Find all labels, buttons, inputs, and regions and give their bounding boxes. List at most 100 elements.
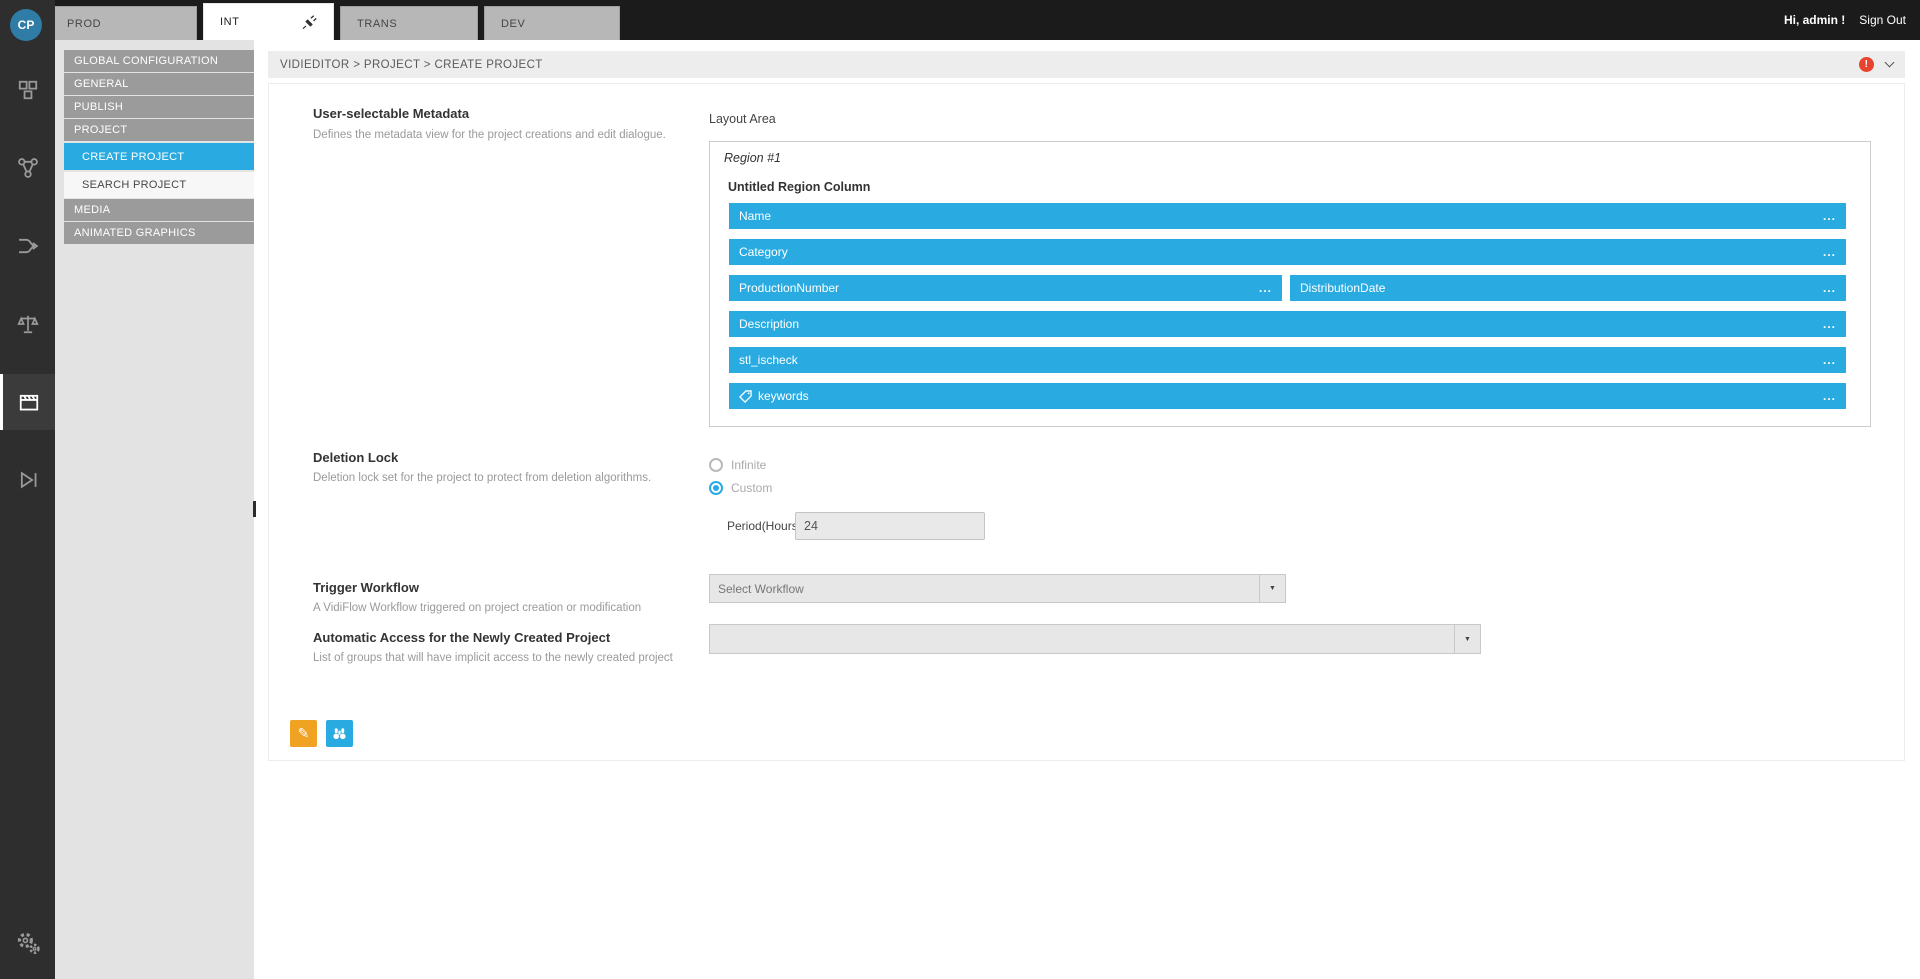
field-row: ProductionNumber ... DistributionDate ..… [729, 275, 1846, 301]
error-icon[interactable]: ! [1859, 57, 1874, 72]
sidebar-item-global-configuration[interactable]: GLOBAL CONFIGURATION [64, 50, 254, 72]
tab-dev-label: DEV [501, 18, 525, 30]
merge-arrows-icon[interactable] [0, 218, 55, 274]
auto-access-dropdown[interactable]: ▼ [709, 624, 1481, 654]
field-row: stl_ischeck ... [729, 347, 1846, 373]
radio-infinite-label: Infinite [731, 458, 766, 472]
radio-custom[interactable]: Custom [709, 481, 772, 495]
deletion-lock-title: Deletion Lock [313, 450, 398, 465]
field-label: keywords [758, 389, 809, 403]
field-menu-icon[interactable]: ... [1823, 281, 1836, 295]
dropdown-arrow-icon[interactable]: ▼ [1259, 575, 1285, 602]
field-keywords[interactable]: keywords ... [729, 383, 1846, 409]
config-sidebar: GLOBAL CONFIGURATION GENERAL PUBLISH PRO… [55, 40, 254, 979]
preview-button[interactable] [326, 720, 353, 747]
dropdown-arrow-icon[interactable]: ▼ [1454, 625, 1480, 653]
sidebar-item-animated-graphics[interactable]: ANIMATED GRAPHICS [64, 222, 254, 244]
tab-trans-label: TRANS [357, 18, 397, 30]
layout-area-label: Layout Area [709, 112, 776, 126]
field-menu-icon[interactable]: ... [1823, 389, 1836, 403]
scale-icon[interactable] [0, 296, 55, 352]
field-label: Name [739, 209, 771, 223]
sidebar-item-publish[interactable]: PUBLISH [64, 96, 254, 118]
field-label: Category [739, 245, 788, 259]
field-label: ProductionNumber [739, 281, 839, 295]
deletion-lock-description: Deletion lock set for the project to pro… [313, 472, 651, 484]
settings-gears-icon[interactable] [0, 915, 55, 971]
project-editor-icon[interactable] [0, 374, 55, 430]
field-menu-icon[interactable]: ... [1823, 317, 1836, 331]
sign-out-link[interactable]: Sign Out [1859, 13, 1906, 27]
field-row: Description ... [729, 311, 1846, 337]
field-name[interactable]: Name ... [729, 203, 1846, 229]
field-label: DistributionDate [1300, 281, 1385, 295]
icon-rail: CP [0, 0, 55, 979]
edit-button[interactable]: ✎ [290, 720, 317, 747]
pencil-icon: ✎ [298, 725, 310, 742]
tab-prod[interactable]: PROD [50, 6, 197, 40]
field-row: Name ... [729, 203, 1846, 229]
radio-infinite[interactable]: Infinite [709, 458, 766, 472]
sidebar-scrollbar-thumb[interactable] [253, 501, 256, 517]
field-menu-icon[interactable]: ... [1823, 245, 1836, 259]
breadcrumb-right-controls: ! [1859, 57, 1893, 72]
field-menu-icon[interactable]: ... [1259, 281, 1272, 295]
auto-access-description: List of groups that will have implicit a… [313, 652, 673, 664]
sidebar-item-label: MEDIA [74, 204, 110, 216]
sidebar-item-label: PROJECT [74, 124, 127, 136]
sidebar-item-label: PUBLISH [74, 101, 123, 113]
field-distributiondate[interactable]: DistributionDate ... [1290, 275, 1846, 301]
field-label: stl_ischeck [739, 353, 798, 367]
metadata-section-description: Defines the metadata view for the projec… [313, 129, 666, 141]
chevron-down-icon[interactable] [1885, 58, 1895, 68]
region-title: Region #1 [724, 151, 781, 165]
modules-stack-icon[interactable] [0, 62, 55, 118]
period-hours-input[interactable] [795, 512, 985, 540]
region-column-title: Untitled Region Column [728, 180, 870, 194]
plug-icon [302, 15, 317, 30]
sidebar-item-label: GENERAL [74, 78, 129, 90]
field-stl-ischeck[interactable]: stl_ischeck ... [729, 347, 1846, 373]
sidebar-item-project[interactable]: PROJECT [64, 119, 254, 141]
sidebar-item-label: GLOBAL CONFIGURATION [74, 55, 218, 67]
workflow-nodes-icon[interactable] [0, 140, 55, 196]
sidebar-item-search-project[interactable]: SEARCH PROJECT [64, 172, 254, 198]
media-player-icon[interactable] [0, 452, 55, 508]
sidebar-item-create-project[interactable]: CREATE PROJECT [64, 143, 254, 170]
trigger-workflow-title: Trigger Workflow [313, 580, 419, 595]
action-buttons: ✎ [290, 720, 353, 747]
tab-dev[interactable]: DEV [484, 6, 620, 40]
field-menu-icon[interactable]: ... [1823, 353, 1836, 367]
tab-int[interactable]: INT [203, 3, 334, 40]
app-logo[interactable]: CP [10, 9, 42, 41]
field-row: keywords ... [729, 383, 1846, 409]
tab-trans[interactable]: TRANS [340, 6, 478, 40]
metadata-field-list: Name ... Category ... ProductionNumber .… [729, 203, 1846, 409]
app-root: PROD INT TRANS DEV Hi, admin ! [0, 0, 1920, 979]
user-greeting: Hi, admin ! [1784, 13, 1845, 27]
sidebar-item-general[interactable]: GENERAL [64, 73, 254, 95]
auto-access-title: Automatic Access for the Newly Created P… [313, 630, 610, 645]
breadcrumb-bar: VIDIEDITOR > PROJECT > CREATE PROJECT ! [268, 51, 1905, 78]
sidebar-item-label: ANIMATED GRAPHICS [74, 227, 196, 239]
workflow-dropdown[interactable]: Select Workflow ▼ [709, 574, 1286, 603]
binoculars-icon [332, 726, 347, 741]
tab-prod-label: PROD [67, 18, 101, 30]
radio-custom-label: Custom [731, 481, 772, 495]
rail-icon-list [0, 62, 55, 530]
breadcrumb: VIDIEDITOR > PROJECT > CREATE PROJECT [280, 59, 543, 71]
field-productionnumber[interactable]: ProductionNumber ... [729, 275, 1282, 301]
topbar: PROD INT TRANS DEV Hi, admin ! [0, 0, 1920, 40]
radio-infinite-circle[interactable] [709, 458, 723, 472]
tab-int-label: INT [220, 16, 240, 28]
field-description[interactable]: Description ... [729, 311, 1846, 337]
radio-custom-circle[interactable] [709, 481, 723, 495]
workflow-dropdown-value: Select Workflow [710, 582, 1259, 596]
sidebar-item-label: CREATE PROJECT [82, 151, 184, 163]
topbar-user-area: Hi, admin ! Sign Out [1784, 0, 1906, 40]
field-category[interactable]: Category ... [729, 239, 1846, 265]
environment-tabs: PROD INT TRANS DEV [50, 0, 626, 40]
sidebar-item-label: SEARCH PROJECT [82, 179, 186, 191]
sidebar-item-media[interactable]: MEDIA [64, 199, 254, 221]
field-menu-icon[interactable]: ... [1823, 209, 1836, 223]
